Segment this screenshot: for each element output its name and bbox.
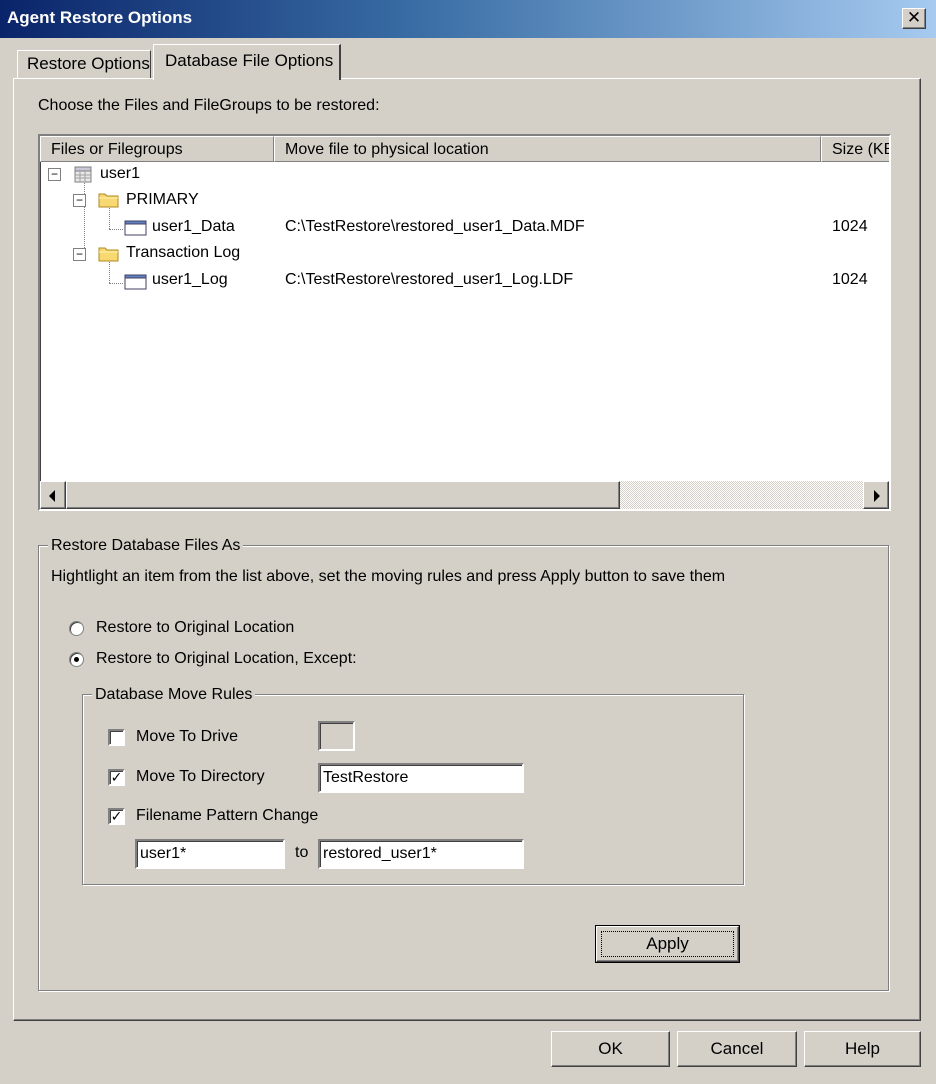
help-button[interactable]: Help bbox=[804, 1031, 921, 1067]
collapse-icon[interactable]: − bbox=[73, 248, 86, 261]
tab-label: Restore Options bbox=[27, 54, 150, 73]
scroll-right-button[interactable] bbox=[863, 481, 889, 509]
title-bar: Agent Restore Options ✕ bbox=[0, 0, 936, 38]
apply-button[interactable]: Apply bbox=[595, 925, 740, 963]
file-icon bbox=[124, 220, 147, 236]
column-header-location[interactable]: Move file to physical location bbox=[274, 136, 821, 162]
radio-label: Restore to Original Location, Except: bbox=[96, 650, 357, 667]
file-name: user1_Log bbox=[152, 271, 228, 288]
tree-connector bbox=[84, 178, 85, 258]
radio-button[interactable] bbox=[69, 621, 84, 636]
file-size: 1024 bbox=[832, 271, 868, 288]
database-name: user1 bbox=[100, 165, 141, 182]
folder-icon bbox=[98, 193, 119, 208]
pattern-from-field[interactable] bbox=[135, 839, 285, 869]
tree-connector bbox=[109, 229, 123, 230]
move-to-drive-checkbox[interactable] bbox=[108, 729, 125, 746]
directory-field[interactable] bbox=[318, 763, 524, 793]
cancel-button[interactable]: Cancel bbox=[677, 1031, 797, 1067]
tab-restore-options[interactable]: Restore Options bbox=[17, 50, 151, 78]
file-path: C:\TestRestore\restored_user1_Data.MDF bbox=[285, 218, 585, 235]
close-button[interactable]: ✕ bbox=[902, 8, 926, 29]
close-icon: ✕ bbox=[906, 8, 922, 27]
arrow-left-icon bbox=[49, 490, 55, 502]
tab-database-file-options[interactable]: Database File Options bbox=[153, 44, 341, 80]
restore-files-group-title: Restore Database Files As bbox=[48, 537, 244, 555]
radio-selected-dot bbox=[74, 657, 79, 662]
scroll-thumb[interactable] bbox=[66, 481, 620, 509]
move-to-directory-checkbox[interactable]: ✓ bbox=[108, 769, 125, 786]
filegroup-name: Transaction Log bbox=[126, 244, 241, 261]
tab-label: Database File Options bbox=[165, 51, 334, 70]
filename-pattern-checkbox[interactable]: ✓ bbox=[108, 808, 125, 825]
instructions-label: Choose the Files and FileGroups to be re… bbox=[38, 97, 380, 114]
restore-hint: Hightlight an item from the list above, … bbox=[51, 568, 726, 585]
file-name: user1_Data bbox=[152, 218, 235, 235]
move-to-directory-label: Move To Directory bbox=[136, 768, 265, 785]
drive-field[interactable] bbox=[318, 721, 355, 751]
file-path: C:\TestRestore\restored_user1_Log.LDF bbox=[285, 271, 574, 288]
collapse-icon[interactable]: − bbox=[48, 168, 61, 181]
filename-pattern-label: Filename Pattern Change bbox=[136, 807, 319, 824]
move-rules-group-title: Database Move Rules bbox=[92, 686, 256, 704]
arrow-right-icon bbox=[874, 490, 880, 502]
database-icon bbox=[74, 166, 92, 183]
filegroup-name: PRIMARY bbox=[126, 191, 199, 208]
pattern-to-field[interactable] bbox=[318, 839, 524, 869]
scroll-left-button[interactable] bbox=[40, 481, 66, 509]
pattern-to-label: to bbox=[295, 844, 309, 861]
column-header-size[interactable]: Size (KB) bbox=[821, 136, 889, 162]
file-size: 1024 bbox=[832, 218, 868, 235]
collapse-icon[interactable]: − bbox=[73, 194, 86, 207]
file-list-view[interactable]: Files or Filegroups Move file to physica… bbox=[38, 134, 891, 511]
file-icon bbox=[124, 274, 147, 290]
tree-connector bbox=[109, 283, 123, 284]
window-title: Agent Restore Options bbox=[7, 8, 193, 27]
folder-icon bbox=[98, 247, 119, 262]
move-to-drive-label: Move To Drive bbox=[136, 728, 238, 745]
radio-button[interactable] bbox=[69, 652, 84, 667]
radio-label: Restore to Original Location bbox=[96, 619, 295, 636]
column-header-files[interactable]: Files or Filegroups bbox=[40, 136, 274, 162]
horizontal-scrollbar[interactable] bbox=[40, 481, 889, 509]
ok-button[interactable]: OK bbox=[551, 1031, 670, 1067]
